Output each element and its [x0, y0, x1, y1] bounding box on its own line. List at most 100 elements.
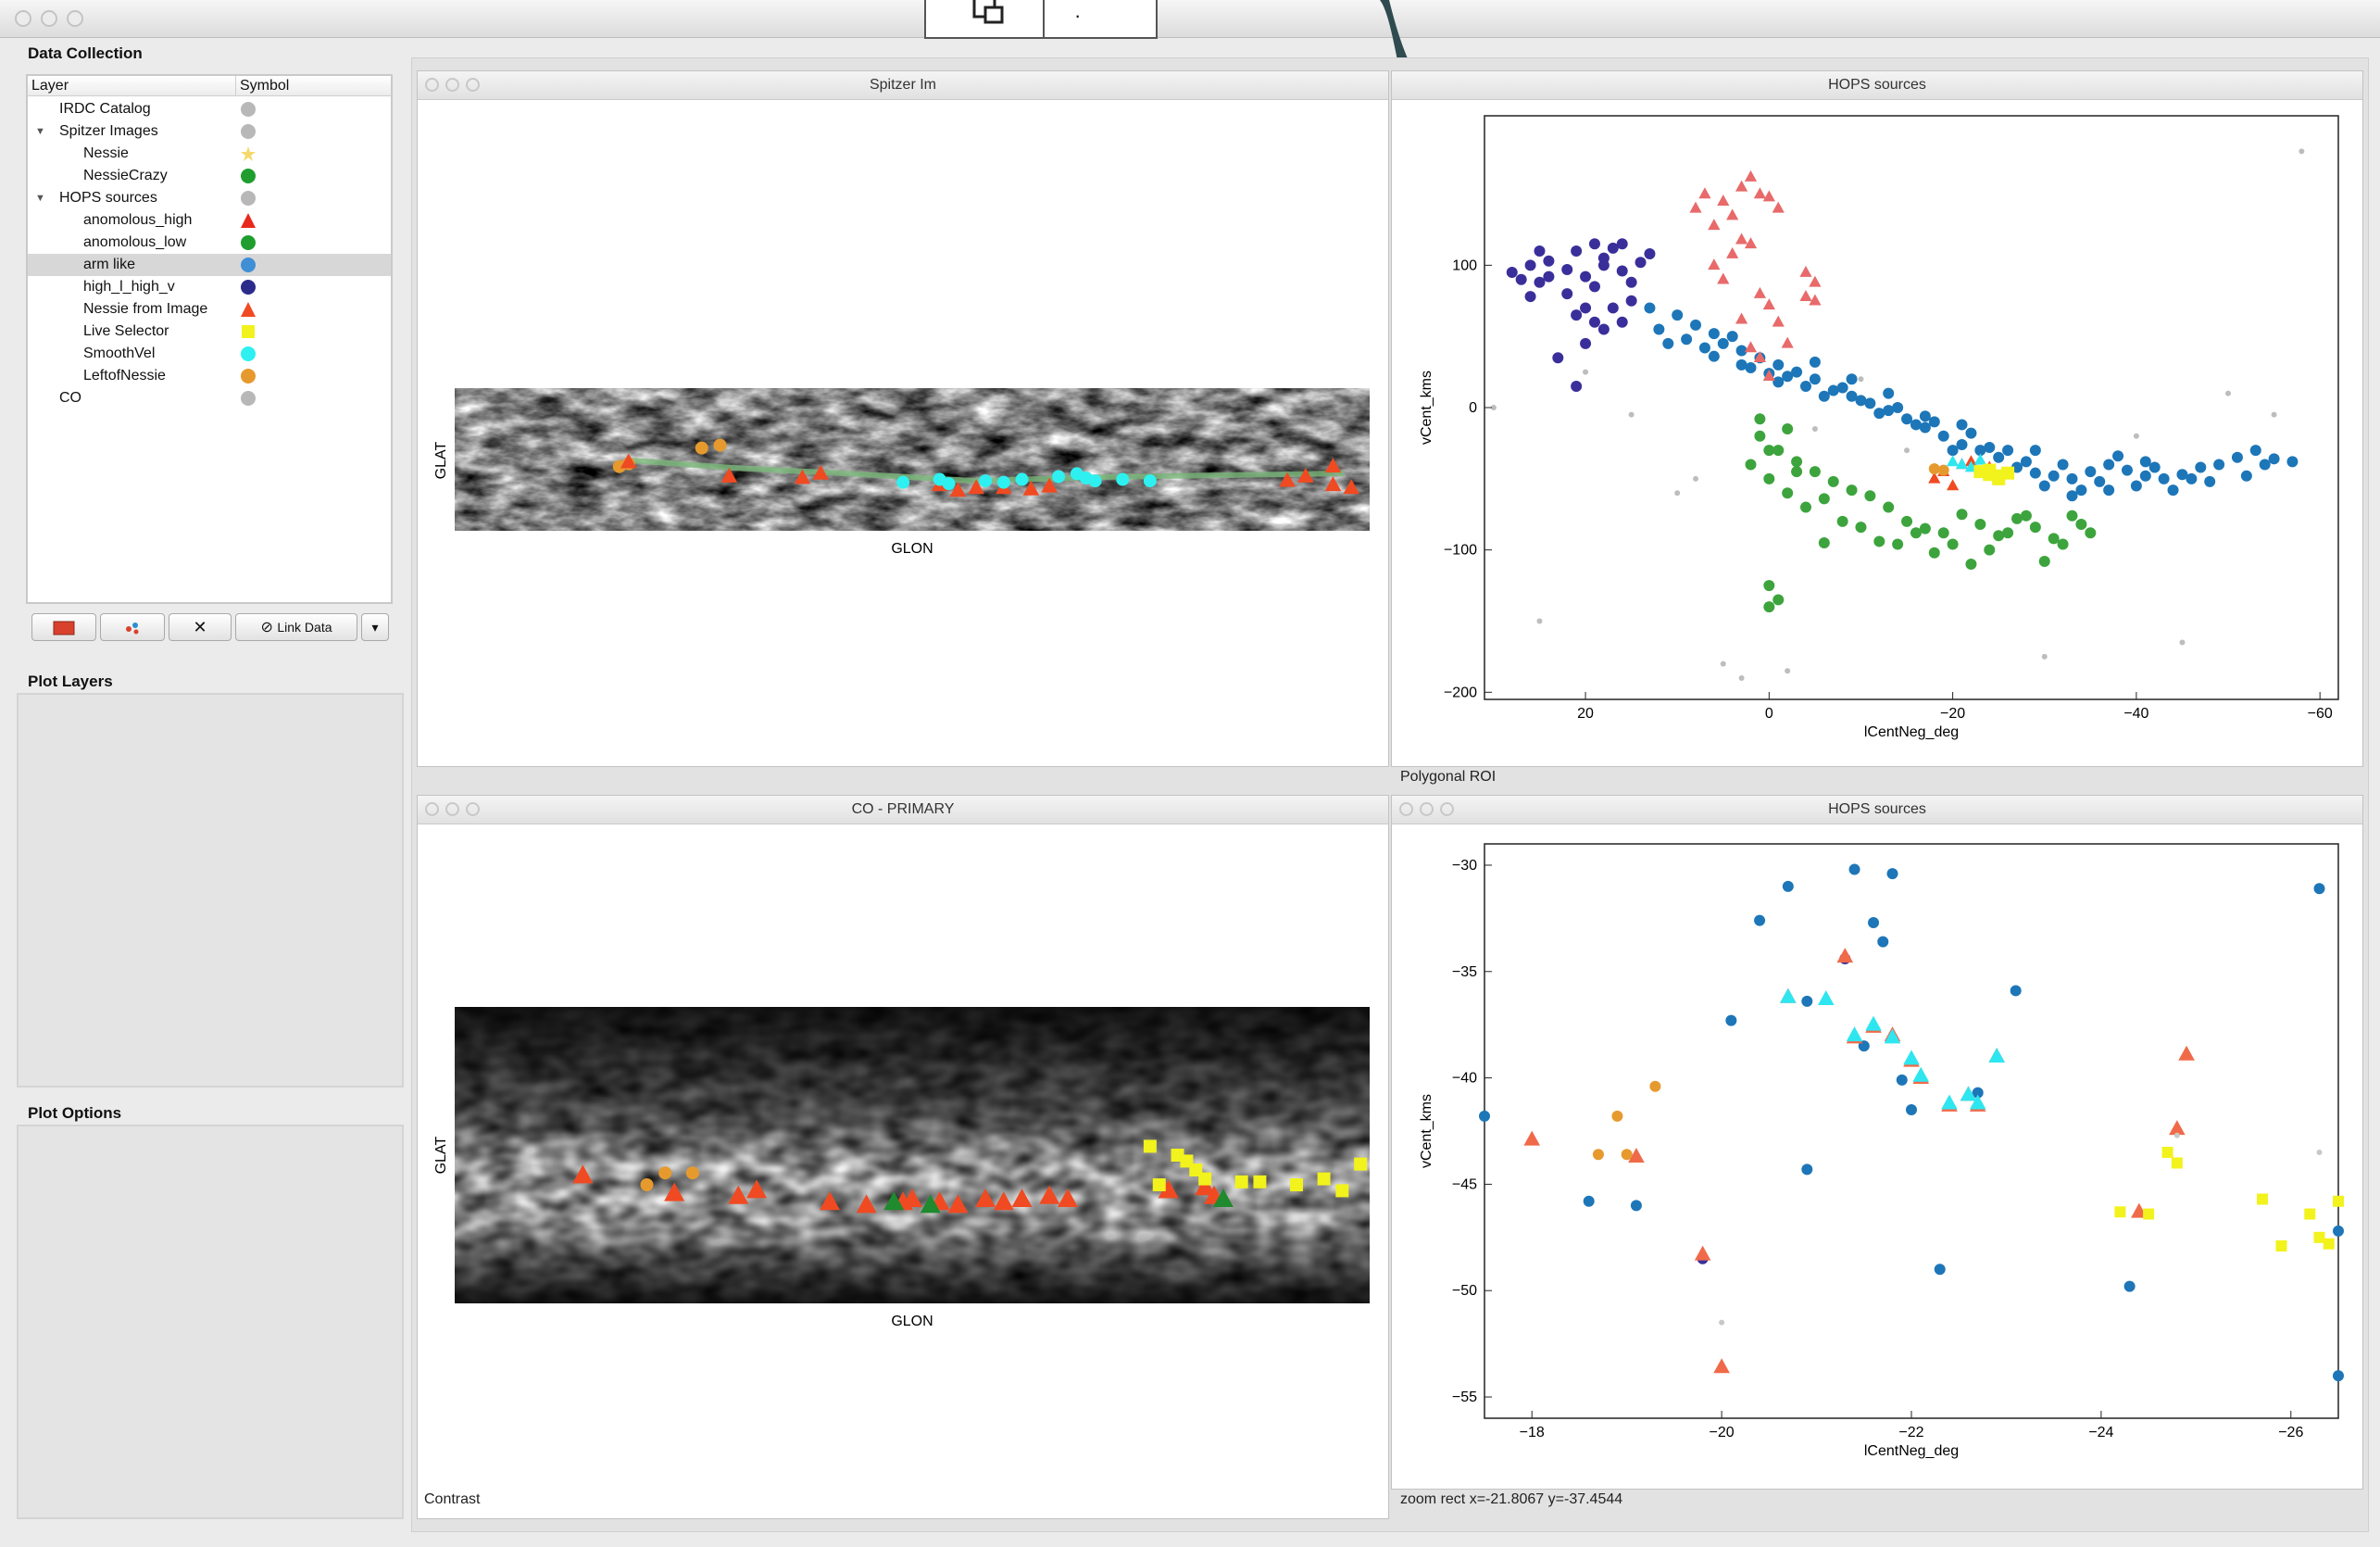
layer-label: NessieCrazy: [83, 168, 168, 183]
data-point: [1674, 490, 1681, 497]
layer-row[interactable]: IRDC Catalog: [28, 98, 391, 120]
data-point: [1479, 1110, 1490, 1122]
layer-row[interactable]: high_l_high_v: [28, 276, 391, 298]
co-close-button[interactable]: [425, 802, 439, 816]
hops-top-plot[interactable]: 20 0 −20 −40 −60 100 0 −100 −200 lCentNeg_deg vCen…: [1392, 99, 2362, 766]
y-axis-label: vCent_kms: [1419, 1094, 1434, 1168]
data-point: [1955, 458, 1969, 470]
layer-row[interactable]: NessieCrazy: [28, 165, 391, 187]
layer-symbol-circle-icon[interactable]: [241, 124, 256, 139]
data-point: [1782, 423, 1794, 435]
data-point: [1912, 1066, 1930, 1082]
x-tick-label: −18: [1520, 1425, 1545, 1440]
data-point: [1785, 668, 1791, 674]
data-point: [2123, 1280, 2136, 1292]
data-point: [2333, 1370, 2344, 1382]
symbol-column-header[interactable]: Symbol: [235, 76, 391, 96]
layer-row[interactable]: LeftofNessie: [28, 365, 391, 387]
hops-bottom-minimize-button[interactable]: [1420, 802, 1434, 816]
layer-row[interactable]: ▼ HOPS sources: [28, 187, 391, 209]
layer-row[interactable]: anomolous_high: [28, 209, 391, 232]
layer-symbol-circle-icon[interactable]: [241, 258, 256, 272]
layer-symbol-circle-icon[interactable]: [241, 346, 256, 361]
spitzer-minimize-button[interactable]: [445, 78, 459, 92]
data-point: [1735, 312, 1748, 324]
expand-arrow-icon[interactable]: ▼: [35, 187, 45, 209]
data-point: [1772, 358, 1785, 371]
data-point: [1708, 219, 1721, 231]
link-data-button[interactable]: ⊘ Link Data: [235, 613, 357, 641]
zoom-window-button[interactable]: [67, 10, 83, 27]
layer-symbol-circle-icon[interactable]: [241, 102, 256, 117]
layer-row[interactable]: SmoothVel: [28, 343, 391, 365]
layer-symbol-circle-icon[interactable]: [241, 391, 256, 406]
data-point: [1720, 660, 1726, 667]
y-tick-label: −50: [1452, 1283, 1477, 1299]
layer-symbol-square-icon[interactable]: [241, 324, 256, 339]
layer-row[interactable]: Nessie: [28, 143, 391, 165]
close-window-button[interactable]: [15, 10, 31, 27]
data-point: [2048, 470, 2060, 482]
layer-symbol-circle-icon[interactable]: [241, 191, 256, 206]
layer-menu-button[interactable]: ▾: [361, 613, 389, 641]
layer-row[interactable]: arm like: [28, 254, 391, 276]
hops-bottom-zoom-button[interactable]: [1440, 802, 1454, 816]
co-zoom-button[interactable]: [466, 802, 480, 816]
data-point: [1735, 358, 1747, 371]
delete-layer-button[interactable]: ✕: [169, 613, 232, 641]
layer-row[interactable]: ▼ Spitzer Images: [28, 120, 391, 143]
data-point: [1855, 522, 1867, 534]
data-point: [1818, 493, 1830, 505]
layer-tree[interactable]: Layer Symbol IRDC Catalog ▼ Spitzer Images…: [26, 74, 393, 604]
hops-sources-bottom-window[interactable]: HOPS sources −18 −20 −22 −24 −26 −30 −35 −40 −45…: [1391, 795, 2363, 1490]
co-window-titlebar[interactable]: CO - PRIMARY: [418, 796, 1388, 824]
expand-arrow-icon[interactable]: ▼: [35, 120, 45, 143]
data-point: [1708, 258, 1721, 270]
data-point: [1791, 466, 1803, 478]
data-point: [1738, 674, 1745, 681]
spitzer-window-titlebar[interactable]: Spitzer Im: [418, 71, 1388, 100]
layer-symbol-circle-icon[interactable]: [241, 280, 256, 295]
overlay-point: [713, 438, 727, 452]
data-point: [1782, 487, 1794, 499]
plot-options-panel[interactable]: [17, 1125, 404, 1519]
layer-symbol-star-icon[interactable]: [241, 146, 256, 161]
more-options-icon[interactable]: ·: [1074, 4, 1081, 28]
layer-column-header[interactable]: Layer: [28, 76, 235, 96]
co-primary-window[interactable]: CO - PRIMARY GLON GLAT: [417, 795, 1389, 1519]
add-data-button[interactable]: [31, 613, 96, 641]
layer-row[interactable]: anomolous_low: [28, 232, 391, 254]
overlay-point: [695, 441, 708, 455]
layer-symbol-triangle-icon[interactable]: [241, 213, 256, 228]
overlay-point: [1015, 472, 1029, 486]
hops-bottom-plot[interactable]: −18 −20 −22 −24 −26 −30 −35 −40 −45 −50 −55 lCentNe…: [1392, 824, 2362, 1489]
hops-sources-top-window[interactable]: HOPS sources 20 0 −20 −40 −60 100 0 −100 −200 lCe…: [1391, 70, 2363, 767]
data-point: [1534, 245, 1546, 257]
hops-bottom-close-button[interactable]: [1399, 802, 1413, 816]
new-window-icon[interactable]: [965, 0, 1011, 28]
data-point: [1799, 265, 1812, 277]
layer-row[interactable]: Live Selector: [28, 321, 391, 343]
layer-symbol-circle-icon[interactable]: [241, 369, 256, 384]
layer-symbol-triangle-icon[interactable]: [241, 302, 256, 317]
layer-symbol-circle-icon[interactable]: [241, 169, 256, 183]
minimize-window-button[interactable]: [41, 10, 57, 27]
new-subset-button[interactable]: [100, 613, 165, 641]
data-point: [1906, 1104, 1917, 1116]
spitzer-image-canvas[interactable]: GLON GLAT: [418, 99, 1388, 766]
hops-bottom-title: HOPS sources: [1828, 801, 1926, 817]
plot-options-title: Plot Options: [28, 1104, 122, 1122]
spitzer-zoom-button[interactable]: [466, 78, 480, 92]
data-point: [1753, 286, 1767, 298]
co-image-canvas[interactable]: GLON GLAT: [418, 824, 1388, 1518]
hops-top-titlebar[interactable]: HOPS sources: [1392, 71, 2362, 100]
co-minimize-button[interactable]: [445, 802, 459, 816]
hops-bottom-titlebar[interactable]: HOPS sources: [1392, 796, 2362, 824]
data-point: [1947, 455, 1960, 467]
layer-symbol-circle-icon[interactable]: [241, 235, 256, 250]
layer-row[interactable]: CO: [28, 387, 391, 409]
spitzer-close-button[interactable]: [425, 78, 439, 92]
spitzer-image-window[interactable]: Spitzer Im GLON GLAT: [417, 70, 1389, 767]
plot-layers-panel[interactable]: [17, 693, 404, 1088]
layer-row[interactable]: Nessie from Image: [28, 298, 391, 321]
